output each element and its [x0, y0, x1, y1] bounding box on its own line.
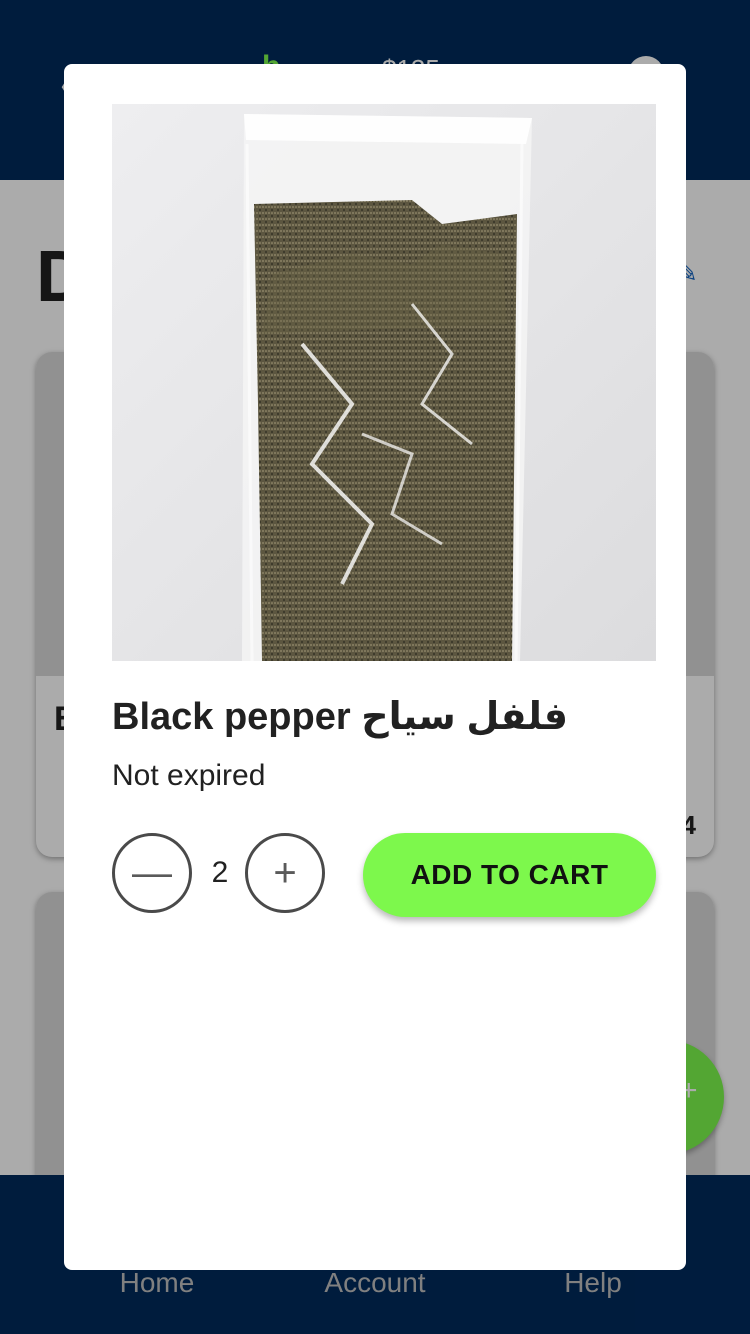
increase-quantity-button[interactable]: + — [245, 833, 325, 913]
add-to-cart-button[interactable]: ADD TO CART — [363, 833, 656, 917]
product-title: Black pepper فلفل سياح — [112, 696, 568, 738]
minus-icon: — — [132, 851, 172, 895]
quantity-value: 2 — [211, 856, 229, 889]
plus-icon: + — [273, 851, 297, 895]
product-image — [112, 104, 656, 661]
product-status: Not expired — [112, 759, 266, 792]
product-dialog: Black pepper فلفل سياح Not expired — 2 +… — [64, 64, 686, 1270]
decrease-quantity-button[interactable]: — — [112, 833, 192, 913]
